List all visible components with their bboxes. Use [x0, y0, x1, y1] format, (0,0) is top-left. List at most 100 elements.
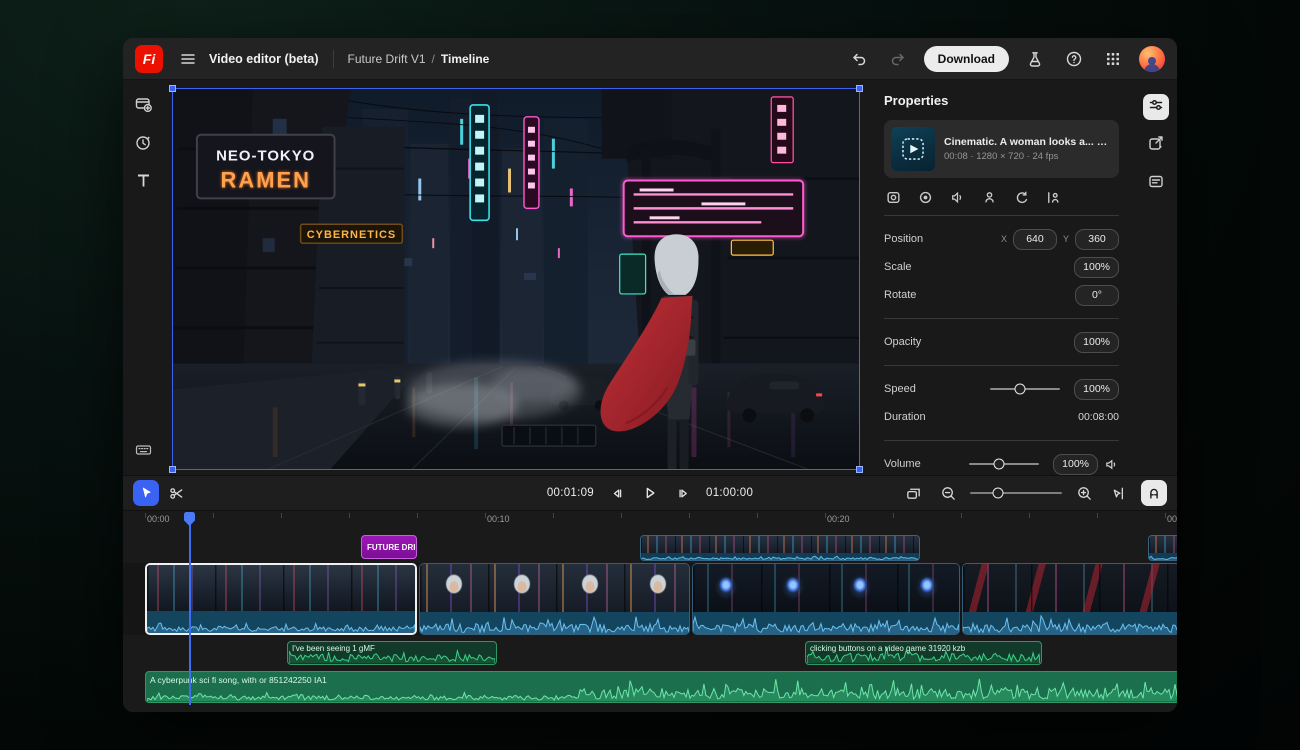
- opacity-input[interactable]: 100%: [1074, 332, 1119, 353]
- video-clip-4[interactable]: [962, 563, 1177, 635]
- pink-neon-billboard: [624, 181, 803, 237]
- text-clip-label: FUTURE DRIF: [367, 543, 417, 552]
- music-clip-label: A cyberpunk sci fi song, with or 8512422…: [150, 675, 327, 685]
- audio-icon[interactable]: [950, 190, 965, 205]
- avatar[interactable]: [1139, 46, 1165, 72]
- top-bar: Fi Video editor (beta) Future Drift V1 /…: [123, 38, 1177, 80]
- timeline-area[interactable]: 00:00 00:10 00:20 00 FUTURE DRIF: [123, 511, 1177, 712]
- preview-scene: NEO-TOKYO RAMEN RAMEN CYBERNETICS: [173, 89, 859, 469]
- overlay-video-clip[interactable]: [640, 535, 920, 561]
- x-axis-label: X: [1001, 234, 1007, 244]
- help-button[interactable]: [1061, 46, 1087, 72]
- history-button[interactable]: [130, 132, 156, 158]
- position-y-input[interactable]: 360: [1075, 229, 1119, 250]
- overlay-video-clip-partial[interactable]: [1148, 535, 1177, 561]
- speed-slider[interactable]: [990, 388, 1060, 390]
- redo-button[interactable]: [885, 46, 911, 72]
- right-toolbar: [1135, 80, 1177, 475]
- playhead-snap-button[interactable]: [1106, 480, 1132, 506]
- volume-input[interactable]: 100%: [1053, 454, 1098, 475]
- download-button[interactable]: Download: [924, 46, 1009, 72]
- export-tab-button[interactable]: [1143, 132, 1169, 158]
- selection-handle-bottom-right[interactable]: [856, 466, 863, 473]
- play-icon: [641, 484, 659, 502]
- frame-icon[interactable]: [886, 190, 901, 205]
- ruler-label-10: 00:10: [487, 514, 510, 524]
- previous-frame-icon: [608, 485, 625, 502]
- timeline-ruler[interactable]: 00:00 00:10 00:20 00: [123, 511, 1177, 530]
- video-preview[interactable]: NEO-TOKYO RAMEN RAMEN CYBERNETICS: [172, 88, 860, 470]
- beaker-button[interactable]: [1022, 46, 1048, 72]
- mask-icon[interactable]: [918, 190, 933, 205]
- captions-tab-button[interactable]: [1143, 170, 1169, 196]
- ruler-label-0: 00:00: [147, 514, 170, 524]
- next-frame-button[interactable]: [673, 480, 695, 506]
- canvas-area: NEO-TOKYO RAMEN RAMEN CYBERNETICS: [163, 80, 870, 475]
- rotate-input[interactable]: 0°: [1075, 285, 1119, 306]
- properties-panel: Properties Cinematic. A woman looks a...…: [870, 80, 1135, 475]
- scale-row: Scale 100%: [884, 253, 1119, 281]
- timeline-zoom-knob[interactable]: [992, 488, 1003, 499]
- previous-frame-button[interactable]: [605, 480, 627, 506]
- volume-slider-knob[interactable]: [993, 459, 1004, 470]
- align-icon[interactable]: [1046, 190, 1061, 205]
- breadcrumb-separator: /: [432, 52, 435, 66]
- divider: [884, 318, 1119, 319]
- captions-icon: [1147, 172, 1165, 195]
- divider: [884, 215, 1119, 216]
- breadcrumb-project[interactable]: Future Drift V1: [348, 52, 426, 66]
- teal-sign: [620, 254, 646, 294]
- manhole-grate: [502, 425, 596, 446]
- audio-clip-1[interactable]: I've been seeing 1 gMF: [287, 641, 497, 665]
- current-timecode: 00:01:09: [547, 487, 594, 499]
- text-clip[interactable]: FUTURE DRIF: [361, 535, 417, 559]
- track-options-icon: [905, 485, 922, 502]
- speaker-icon[interactable]: [1104, 457, 1119, 472]
- split-tool-button[interactable]: [163, 480, 189, 506]
- selection-handle-bottom-left[interactable]: [169, 466, 176, 473]
- firefly-logo[interactable]: Fi: [135, 45, 163, 73]
- speed-slider-knob[interactable]: [1014, 384, 1025, 395]
- yellow-sign: [731, 240, 773, 255]
- rotate-label: Rotate: [884, 289, 916, 301]
- split-scissors-icon: [168, 485, 185, 502]
- music-clip[interactable]: A cyberpunk sci fi song, with or 8512422…: [145, 671, 1177, 703]
- selected-clip-card[interactable]: Cinematic. A woman looks a... v.ffgenvid…: [884, 120, 1119, 178]
- selection-handle-top-right[interactable]: [856, 85, 863, 92]
- audio-clip-2[interactable]: clicking buttons on a video game 31920 k…: [805, 641, 1042, 665]
- text-tool-button[interactable]: [130, 170, 156, 196]
- audio-clip-label: I've been seeing 1 gMF: [292, 644, 375, 653]
- volume-slider[interactable]: [969, 463, 1039, 465]
- left-toolbar: [123, 80, 163, 475]
- add-media-button[interactable]: [130, 94, 156, 120]
- clip-thumbnails: [147, 565, 415, 615]
- selection-handle-top-left[interactable]: [169, 85, 176, 92]
- playhead-line[interactable]: [189, 524, 191, 705]
- zoom-out-button[interactable]: [935, 480, 961, 506]
- video-track: [123, 563, 1177, 635]
- video-clip-3[interactable]: [692, 563, 960, 635]
- duration-value: 00:08:00: [1078, 411, 1119, 423]
- magnet-snap-button[interactable]: [1141, 480, 1167, 506]
- track-options-button[interactable]: [900, 480, 926, 506]
- video-clip-2[interactable]: [419, 563, 690, 635]
- y-axis-label: Y: [1063, 234, 1069, 244]
- apps-grid-button[interactable]: [1100, 46, 1126, 72]
- rotate-icon[interactable]: [1014, 190, 1029, 205]
- zoom-in-button[interactable]: [1071, 480, 1097, 506]
- ruler-label-30: 00: [1167, 514, 1177, 524]
- video-clip-1[interactable]: [145, 563, 417, 635]
- person-icon[interactable]: [982, 190, 997, 205]
- timeline-zoom-slider[interactable]: [970, 492, 1062, 494]
- duration-row: Duration 00:08:00: [884, 403, 1119, 431]
- select-tool-button[interactable]: [133, 480, 159, 506]
- select-tool-icon: [138, 485, 154, 501]
- scale-input[interactable]: 100%: [1074, 257, 1119, 278]
- keyboard-shortcuts-button[interactable]: [130, 439, 156, 465]
- undo-button[interactable]: [846, 46, 872, 72]
- hamburger-menu-button[interactable]: [175, 46, 201, 72]
- properties-tab-button[interactable]: [1143, 94, 1169, 120]
- position-x-input[interactable]: 640: [1013, 229, 1057, 250]
- play-button[interactable]: [638, 480, 662, 506]
- speed-input[interactable]: 100%: [1074, 379, 1119, 400]
